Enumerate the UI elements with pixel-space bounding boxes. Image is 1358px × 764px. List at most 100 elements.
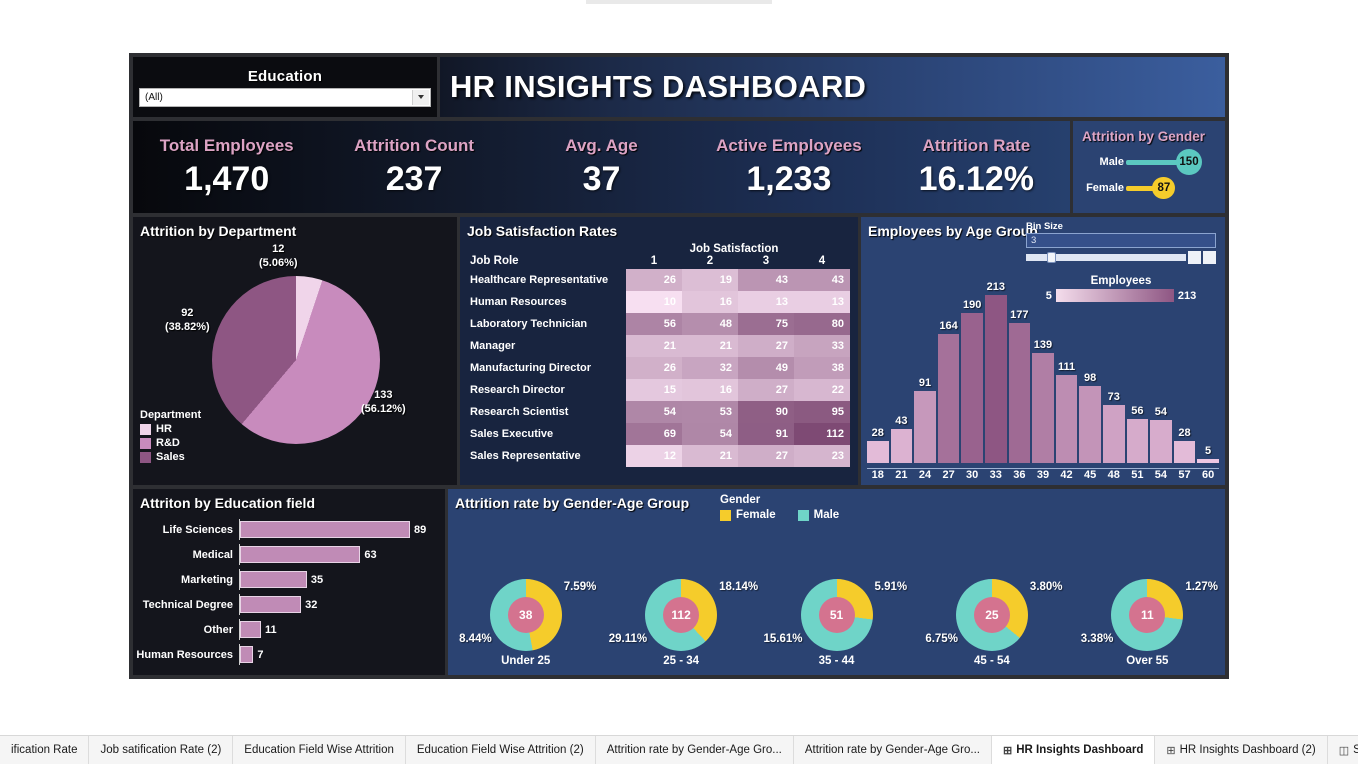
- pie-slices[interactable]: [212, 276, 380, 444]
- slider-handle[interactable]: [1046, 252, 1056, 263]
- age-bar[interactable]: 190: [961, 267, 983, 463]
- heatmap-cell[interactable]: 91: [738, 423, 794, 445]
- donut-chart[interactable]: 51 5.91% 15.61%: [764, 579, 907, 651]
- age-bar[interactable]: 98: [1079, 267, 1101, 463]
- bin-size-slider[interactable]: [1026, 252, 1186, 263]
- table-row[interactable]: Human Resources 10 16 13 13: [470, 291, 850, 313]
- donut-chart[interactable]: 112 18.14% 29.11%: [609, 579, 758, 651]
- gender-lollipop-female[interactable]: Female 87: [1082, 175, 1216, 201]
- heatmap-cell[interactable]: 95: [794, 401, 850, 423]
- education-bar-list[interactable]: Life Sciences 89 Medical 63 Marketing 35 Techn…: [133, 517, 439, 667]
- bin-size-control[interactable]: Bin Size 3 chevron-left-icon ›: [1026, 221, 1216, 264]
- age-bar[interactable]: 91: [914, 267, 936, 463]
- donut-group[interactable]: 11 1.27% 3.38% Over 55: [1070, 531, 1225, 669]
- education-bar[interactable]: [240, 646, 254, 663]
- heatmap-cell[interactable]: 27: [738, 445, 794, 467]
- age-bar[interactable]: 43: [890, 267, 913, 463]
- donut-group[interactable]: 51 5.91% 15.61% 35 - 44: [759, 531, 914, 669]
- worksheet-tab[interactable]: Education Field Wise Attrition (2): [406, 736, 596, 764]
- heatmap-cell[interactable]: 48: [682, 313, 738, 335]
- donut-group[interactable]: 25 3.80% 6.75% 45 - 54: [914, 531, 1069, 669]
- age-bar[interactable]: 177: [1008, 267, 1031, 463]
- education-bar-row[interactable]: Life Sciences 89: [133, 519, 439, 540]
- worksheet-tab[interactable]: Education Field Wise Attrition: [233, 736, 406, 764]
- education-bar-row[interactable]: Human Resources 7: [133, 644, 439, 665]
- legend-item-sales[interactable]: Sales: [140, 451, 201, 463]
- donut-group[interactable]: 38 7.59% 8.44% Under 25: [448, 531, 603, 669]
- heatmap-cell[interactable]: 27: [738, 335, 794, 357]
- table-row[interactable]: Research Director 15 16 27 22: [470, 379, 850, 401]
- age-bar[interactable]: 111: [1055, 267, 1078, 463]
- donut-group[interactable]: 112 18.14% 29.11% 25 - 34: [603, 531, 758, 669]
- worksheet-tab[interactable]: Job satification Rate (2): [89, 736, 234, 764]
- age-bar[interactable]: 139: [1032, 267, 1054, 463]
- age-bar[interactable]: 28: [867, 267, 889, 463]
- age-bar[interactable]: 54: [1150, 267, 1172, 463]
- worksheet-tab[interactable]: Attrition rate by Gender-Age Gro...: [596, 736, 794, 764]
- heatmap-cell[interactable]: 54: [626, 401, 682, 423]
- heatmap-cell[interactable]: 21: [626, 335, 682, 357]
- heatmap-cell[interactable]: 112: [794, 423, 850, 445]
- legend-item-hr[interactable]: HR: [140, 423, 201, 435]
- heatmap-cell[interactable]: 13: [794, 291, 850, 313]
- heatmap-cell[interactable]: 53: [682, 401, 738, 423]
- heatmap-cell[interactable]: 23: [794, 445, 850, 467]
- heatmap-cell[interactable]: 21: [682, 445, 738, 467]
- bin-prev-button[interactable]: chevron-left-icon: [1188, 251, 1201, 264]
- table-row[interactable]: Laboratory Technician 56 48 75 80: [470, 313, 850, 335]
- education-bar-row[interactable]: Medical 63: [133, 544, 439, 565]
- age-bar[interactable]: 56: [1126, 267, 1149, 463]
- education-bar-row[interactable]: Technical Degree 32: [133, 594, 439, 615]
- education-bar[interactable]: [240, 571, 307, 588]
- worksheet-tab[interactable]: ⊞ HR Insights Dashboard (2): [1155, 736, 1328, 764]
- heatmap-cell[interactable]: 90: [738, 401, 794, 423]
- heatmap-cell[interactable]: 12: [626, 445, 682, 467]
- donut-chart[interactable]: 38 7.59% 8.44%: [459, 579, 596, 651]
- heatmap-cell[interactable]: 56: [626, 313, 682, 335]
- worksheet-tab[interactable]: ification Rate: [0, 736, 90, 764]
- legend-item-randd[interactable]: R&D: [140, 437, 201, 449]
- heatmap-cell[interactable]: 26: [626, 269, 682, 291]
- heatmap-cell[interactable]: 80: [794, 313, 850, 335]
- heatmap-cell[interactable]: 69: [626, 423, 682, 445]
- heatmap-cell[interactable]: 49: [738, 357, 794, 379]
- heatmap-cell[interactable]: 43: [738, 269, 794, 291]
- heatmap-cell[interactable]: 54: [682, 423, 738, 445]
- gender-legend-female[interactable]: Female: [720, 509, 776, 521]
- table-row[interactable]: Research Scientist 54 53 90 95: [470, 401, 850, 423]
- education-bar[interactable]: [240, 621, 261, 638]
- age-bar[interactable]: 164: [937, 267, 960, 463]
- worksheet-tab[interactable]: ◫Story 1: [1328, 736, 1358, 764]
- heatmap-cell[interactable]: 21: [682, 335, 738, 357]
- heatmap-cell[interactable]: 43: [794, 269, 850, 291]
- age-bar[interactable]: 28: [1173, 267, 1196, 463]
- heatmap-cell[interactable]: 16: [682, 291, 738, 313]
- heatmap-cell[interactable]: 75: [738, 313, 794, 335]
- education-bar[interactable]: [240, 546, 361, 563]
- heatmap-cell[interactable]: 32: [682, 357, 738, 379]
- heatmap-cell[interactable]: 19: [682, 269, 738, 291]
- heatmap-cell[interactable]: 16: [682, 379, 738, 401]
- table-row[interactable]: Manufacturing Director 26 32 49 38: [470, 357, 850, 379]
- education-bar[interactable]: [240, 596, 302, 613]
- gender-legend-male[interactable]: Male: [797, 509, 839, 521]
- bin-next-button[interactable]: ›: [1203, 251, 1216, 264]
- heatmap-cell[interactable]: 38: [794, 357, 850, 379]
- age-bar[interactable]: 73: [1102, 267, 1125, 463]
- table-row[interactable]: Sales Executive 69 54 91 112: [470, 423, 850, 445]
- heatmap-cell[interactable]: 33: [794, 335, 850, 357]
- table-row[interactable]: Healthcare Representative 26 19 43 43: [470, 269, 850, 291]
- donut-chart[interactable]: 11 1.27% 3.38%: [1081, 579, 1218, 651]
- heatmap-cell[interactable]: 10: [626, 291, 682, 313]
- age-bar[interactable]: 213: [984, 267, 1007, 463]
- worksheet-tab[interactable]: ⊞ HR Insights Dashboard: [991, 736, 1156, 764]
- heatmap-cell[interactable]: 27: [738, 379, 794, 401]
- worksheet-tab[interactable]: Attrition rate by Gender-Age Gro...: [794, 736, 992, 764]
- donut-chart[interactable]: 25 3.80% 6.75%: [925, 579, 1063, 651]
- education-bar-row[interactable]: Other 11: [133, 619, 439, 640]
- education-filter[interactable]: Education (All): [133, 57, 437, 117]
- donut-small-multiples[interactable]: 38 7.59% 8.44% Under 25 112 18.14% 29.11% 25 - …: [448, 531, 1225, 669]
- worksheet-tabbar[interactable]: ification Rate Job satification Rate (2) E…: [0, 735, 1358, 764]
- chevron-down-icon[interactable]: [412, 89, 429, 105]
- education-filter-select[interactable]: (All): [139, 87, 431, 107]
